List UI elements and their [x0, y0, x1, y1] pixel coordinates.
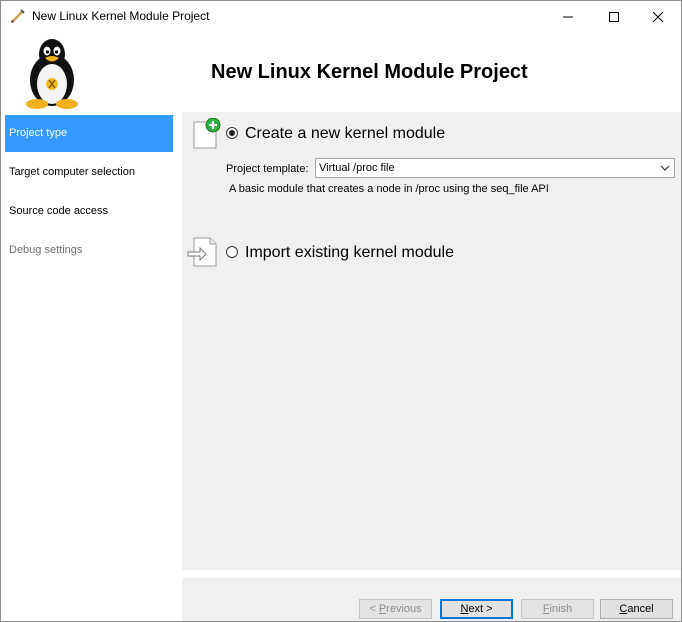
page-title: New Linux Kernel Module Project	[211, 61, 528, 83]
title-bar[interactable]: New Linux Kernel Module Project	[1, 1, 681, 32]
sidebar: Project type Target computer selection S…	[3, 112, 177, 620]
finish-button: Finish	[521, 599, 594, 619]
create-module-label[interactable]: Create a new kernel module	[245, 125, 445, 143]
cancel-rest: ancel	[627, 603, 654, 615]
chevron-down-icon	[660, 165, 670, 171]
tux-logo-icon	[26, 39, 78, 109]
app-pencil-icon	[9, 7, 27, 25]
previous-prefix: <	[369, 603, 379, 615]
close-icon	[652, 11, 664, 22]
sidebar-item-source-code[interactable]: Source code access	[5, 193, 173, 230]
window-title: New Linux Kernel Module Project	[32, 9, 210, 23]
footer-bar: < Previous Next > Finish Cancel	[182, 578, 681, 621]
dialog-window: New Linux Kernel Module Project New Linu…	[0, 0, 682, 622]
finish-rest: inish	[549, 603, 573, 615]
cancel-button[interactable]: Cancel	[600, 599, 673, 619]
close-button[interactable]	[635, 1, 681, 32]
create-module-radio[interactable]	[226, 127, 238, 139]
previous-button: < Previous	[359, 599, 432, 619]
import-document-icon	[187, 237, 217, 267]
finish-accel: F	[542, 603, 550, 615]
maximize-icon	[609, 11, 619, 22]
previous-rest: revious	[386, 603, 422, 615]
minimize-button[interactable]	[545, 1, 591, 32]
minimize-icon	[563, 16, 573, 17]
next-rest: ext >	[468, 603, 493, 615]
project-template-label: Project template:	[226, 163, 309, 175]
import-module-label[interactable]: Import existing kernel module	[245, 244, 454, 262]
sidebar-item-project-type[interactable]: Project type	[5, 115, 173, 152]
project-template-value: Virtual /proc file	[319, 162, 395, 174]
project-template-select[interactable]: Virtual /proc file	[315, 158, 675, 178]
main-panel: Create a new kernel module Project templ…	[182, 112, 681, 570]
next-button[interactable]: Next >	[440, 599, 513, 619]
maximize-button[interactable]	[591, 1, 637, 32]
template-description: A basic module that creates a node in /p…	[229, 183, 549, 195]
sidebar-item-target-computer[interactable]: Target computer selection	[5, 154, 173, 191]
import-module-radio[interactable]	[226, 246, 238, 258]
sidebar-item-debug-settings: Debug settings	[9, 244, 83, 256]
new-document-plus-icon	[193, 118, 221, 149]
